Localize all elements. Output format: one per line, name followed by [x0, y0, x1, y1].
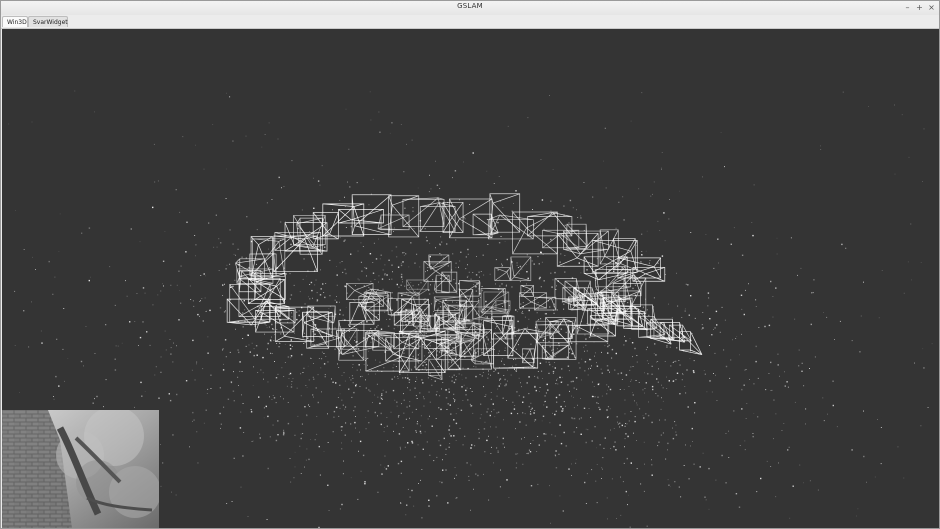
maximize-button[interactable]: +: [916, 3, 923, 13]
tab-bar: Win3D SvarWidget: [1, 15, 939, 29]
gslam-window: GSLAM – + × Win3D SvarWidget: [0, 0, 940, 529]
window-controls: – + ×: [904, 1, 935, 15]
minimize-button[interactable]: –: [904, 3, 911, 13]
tab-win3d[interactable]: Win3D: [2, 16, 28, 27]
camera-image: [2, 410, 159, 528]
window-title: GSLAM: [457, 2, 483, 10]
title-bar[interactable]: GSLAM – + ×: [1, 1, 939, 16]
close-button[interactable]: ×: [928, 3, 935, 13]
camera-image-view: [2, 410, 159, 528]
tab-svarwidget[interactable]: SvarWidget: [28, 16, 68, 27]
3d-viewport[interactable]: [2, 29, 939, 528]
